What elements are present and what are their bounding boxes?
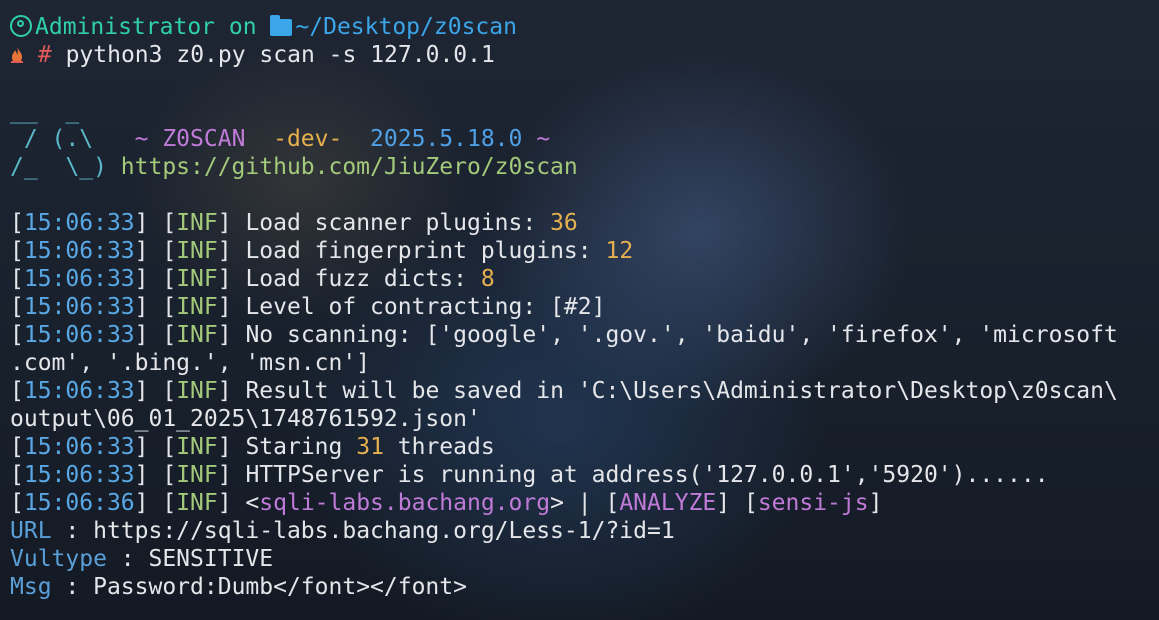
flame-icon: [11, 47, 23, 63]
command-line: # python3 z0.py scan -s 127.0.0.1: [10, 41, 1149, 69]
banner-url[interactable]: https://github.com/JiuZero/z0scan: [121, 154, 578, 180]
banner-dev: -dev-: [245, 126, 371, 152]
log-container: [15:06:33] [INF] Load scanner plugins: 3…: [10, 209, 1149, 489]
log-time: 15:06:33: [23, 378, 135, 404]
detail-url: URL : https://sqli-labs.bachang.org/Less…: [10, 518, 675, 544]
log-text: Load fuzz dicts:: [245, 266, 481, 292]
log-time: 15:06:33: [23, 210, 135, 236]
log-line: [15:06:33] [INF] Level of contracting: […: [10, 294, 606, 320]
result-host: sqli-labs.bachang.org: [259, 490, 551, 516]
log-time: 15:06:33: [23, 462, 135, 488]
log-number: 12: [605, 238, 634, 264]
log-text: No scanning: ['google', '.gov.', 'baidu'…: [245, 322, 1118, 348]
banner-art-3: /_ \_): [10, 154, 121, 180]
banner-line-3: /_ \_) https://github.com/JiuZero/z0scan: [10, 153, 1149, 181]
log-time: 15:06:33: [23, 266, 135, 292]
folder-icon: [270, 15, 293, 36]
log-line: [15:06:33] [INF] Load fuzz dicts: 8: [10, 266, 495, 292]
log-number: 31: [356, 434, 384, 460]
log-line: [15:06:33] [INF] No scanning: ['google',…: [10, 322, 1118, 348]
log-line: [15:06:33] [INF] Load scanner plugins: 3…: [10, 210, 578, 236]
prompt-hash: #: [37, 42, 52, 68]
log-line: [15:06:33] [INF] Load fingerprint plugin…: [10, 238, 634, 264]
detail-value: https://sqli-labs.bachang.org/Less-1/?id…: [93, 518, 675, 544]
banner-version: 2025.5.18.0: [370, 126, 523, 152]
banner-art-1: __ _: [10, 98, 80, 124]
log-text: Result will be saved in 'C:\Users\Admini…: [245, 378, 1118, 404]
log-text-after: threads: [383, 434, 495, 460]
prompt-line: Administrator on ~/Desktop/z0scan: [10, 13, 1149, 41]
command-text: python3 z0.py scan -s 127.0.0.1: [51, 42, 495, 68]
banner-tilde-right: ~: [522, 126, 551, 152]
banner-tilde-left: ~: [134, 126, 163, 152]
banner-art-2: / (.\: [10, 126, 135, 152]
detail-value: Password:Dumb</font></font>: [93, 574, 467, 600]
log-line-continuation: output\06_01_2025\1748761592.json': [10, 406, 481, 432]
log-time: 15:06:33: [23, 322, 135, 348]
detail-msg: Msg : Password:Dumb</font></font>: [10, 574, 467, 600]
log-number: 36: [550, 210, 578, 236]
result-analyze: ANALYZE: [619, 490, 717, 516]
log-text: Staring: [245, 434, 357, 460]
log-line: [15:06:33] [INF] Staring 31 threads: [10, 434, 495, 460]
prompt-on: on: [215, 14, 271, 40]
user-circle-icon: [10, 15, 32, 37]
detail-vultype: Vultype : SENSITIVE: [10, 546, 274, 572]
log-number: 8: [480, 266, 495, 292]
result-plugin: sensi-js: [757, 490, 869, 516]
detail-key: Vultype: [10, 546, 107, 572]
log-level: INF: [176, 238, 218, 264]
log-level: INF: [176, 462, 218, 488]
log-line: [15:06:33] [INF] Result will be saved in…: [10, 378, 1118, 404]
log-text: Level of contracting: [#2]: [245, 294, 606, 320]
banner-name: Z0SCAN: [162, 126, 246, 152]
log-level: INF: [176, 490, 218, 516]
log-text: HTTPServer is running at address('127.0.…: [245, 462, 1049, 488]
log-time: 15:06:33: [23, 294, 135, 320]
log-level: INF: [176, 210, 218, 236]
banner-line-2: / (.\ ~ Z0SCAN -dev- 2025.5.18.0 ~: [10, 125, 1149, 153]
log-line: [15:06:33] [INF] HTTPServer is running a…: [10, 462, 1049, 488]
log-time: 15:06:33: [23, 238, 135, 264]
detail-key: URL: [10, 518, 52, 544]
log-level: INF: [176, 434, 218, 460]
log-line-continuation: .com', '.bing.', 'msn.cn']: [10, 350, 371, 376]
log-level: INF: [176, 378, 218, 404]
detail-key: Msg: [10, 574, 52, 600]
log-level: INF: [176, 322, 218, 348]
log-text: Load scanner plugins:: [245, 210, 551, 236]
banner-line-1: __ _: [10, 97, 1149, 125]
log-time: 15:06:36: [23, 490, 135, 516]
log-time: 15:06:33: [23, 434, 135, 460]
log-level: INF: [176, 266, 218, 292]
terminal-output[interactable]: Administrator on ~/Desktop/z0scan # pyth…: [10, 13, 1149, 601]
detail-value: SENSITIVE: [148, 546, 274, 572]
log-text: Load fingerprint plugins:: [245, 238, 606, 264]
prompt-path: ~/Desktop/z0scan: [295, 14, 517, 40]
prompt-user: Administrator: [35, 14, 216, 40]
log-level: INF: [176, 294, 218, 320]
result-line: [15:06:36] [INF] <sqli-labs.bachang.org>…: [10, 490, 883, 516]
